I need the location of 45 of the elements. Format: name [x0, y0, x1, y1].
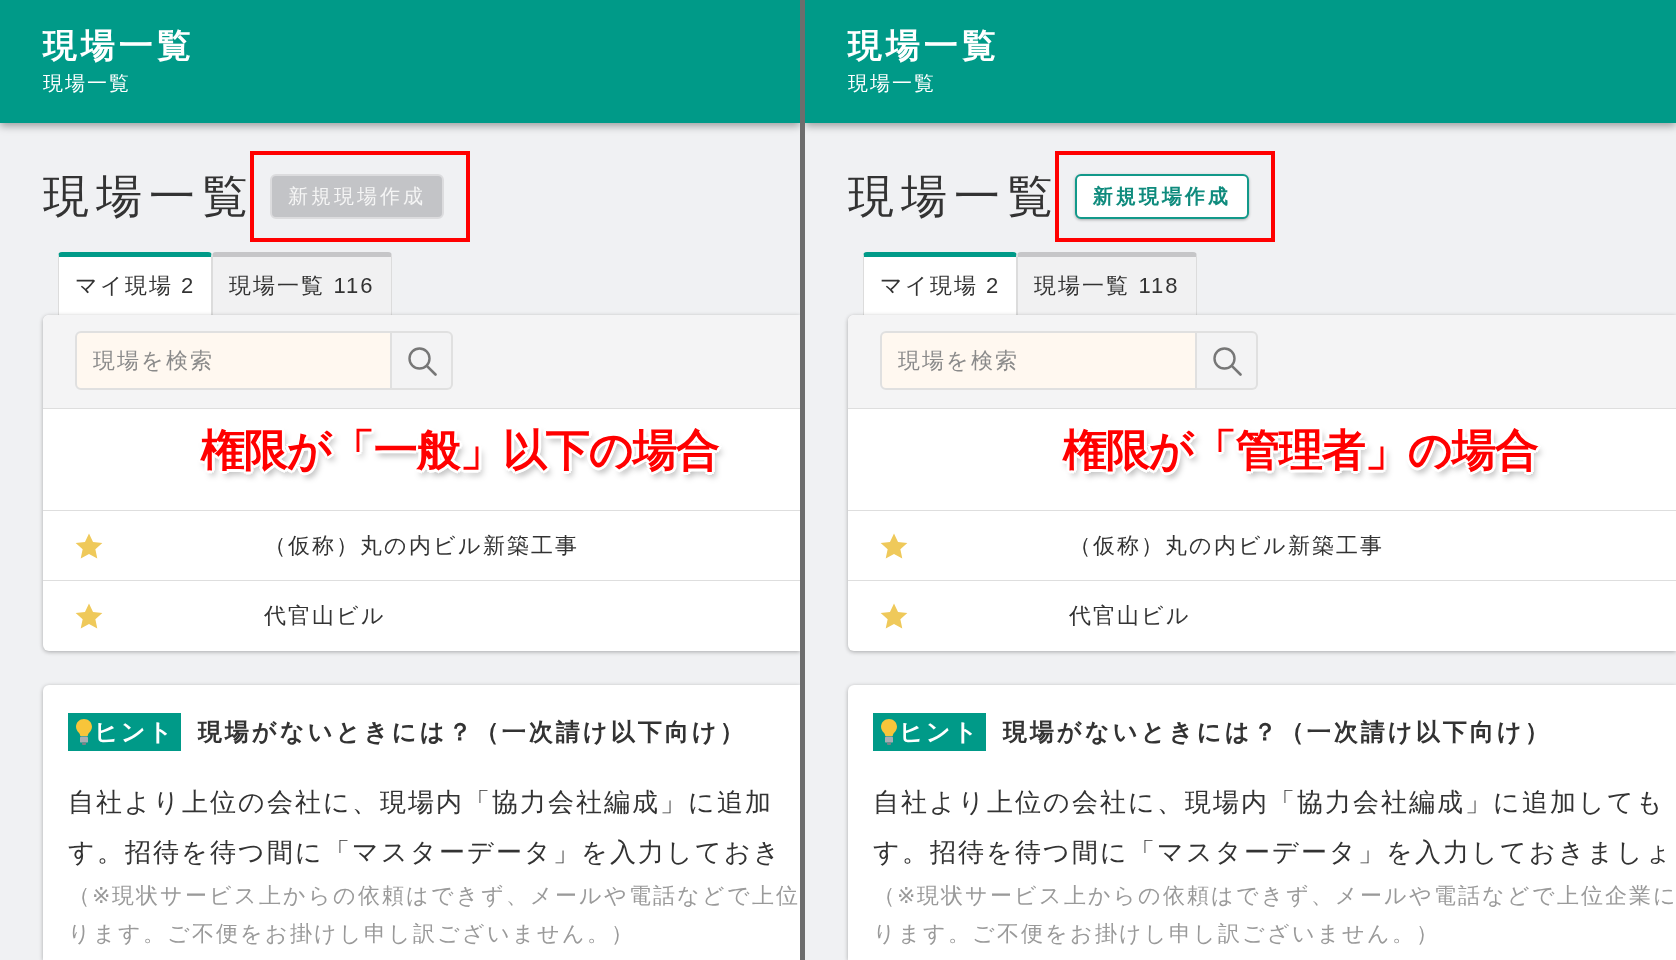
site-name: （仮称）丸の内ビル新築工事 [1069, 531, 1384, 560]
star-icon[interactable] [880, 531, 908, 560]
site-row[interactable]: 代官山ビル [848, 581, 1676, 651]
site-row[interactable]: 代官山ビル [43, 581, 800, 651]
search-field[interactable]: 現場を検索 [880, 331, 1197, 390]
page-title: 現場一覧 [43, 169, 255, 224]
tab[interactable]: 現場一覧 116 [212, 252, 392, 315]
search-button[interactable] [1197, 331, 1258, 390]
hint-note: ります。ご不便をお掛けし申し訳ございません。） [68, 920, 635, 948]
hint-note: （※現状サービス上からの依頼はできず、メールや電話などで上位企業に [873, 882, 1676, 910]
search-button[interactable] [392, 331, 453, 390]
star-icon[interactable] [75, 602, 103, 630]
search-icon [1211, 345, 1242, 376]
site-row[interactable]: （仮称）丸の内ビル新築工事 [43, 511, 800, 581]
annotation-label: 権限が「管理者」の場合 [1062, 423, 1538, 476]
page-title: 現場一覧 [848, 169, 1060, 224]
hint-note: （※現状サービス上からの依頼はできず、メールや電話などで上位 [68, 882, 800, 910]
hint-text: す。招待を待つ間に「マスターデータ」を入力しておき [68, 836, 782, 869]
site-name: 代官山ビル [264, 602, 386, 630]
header-title: 現場一覧 [43, 25, 195, 65]
hint-title: 現場がないときには？（一次請け以下向け） [198, 717, 747, 747]
search-field[interactable]: 現場を検索 [75, 331, 392, 390]
hint-label: ヒント [94, 717, 175, 747]
header-title: 現場一覧 [848, 25, 1000, 65]
site-name: 代官山ビル [1069, 602, 1191, 630]
hint-text: 自社より上位の会社に、現場内「協力会社編成」に追加しても [873, 786, 1665, 819]
create-site-button[interactable]: 新規現場作成 [1075, 173, 1249, 219]
lightbulb-icon [881, 719, 897, 745]
header-subtitle: 現場一覧 [43, 71, 131, 95]
star-icon[interactable] [880, 602, 908, 630]
header-subtitle: 現場一覧 [848, 71, 936, 95]
site-name: （仮称）丸の内ビル新築工事 [264, 531, 579, 560]
hint-note: ります。ご不便をお掛けし申し訳ございません。） [873, 920, 1440, 948]
tab[interactable]: マイ現場 2 [58, 252, 213, 315]
tab[interactable]: マイ現場 2 [863, 252, 1018, 315]
hint-title: 現場がないときには？（一次請け以下向け） [1003, 717, 1552, 747]
annotation-label: 権限が「一般」以下の場合 [200, 423, 719, 476]
site-row[interactable]: （仮称）丸の内ビル新築工事 [848, 511, 1676, 581]
hint-text: す。招待を待つ間に「マスターデータ」を入力しておきましょ [873, 836, 1674, 869]
star-icon[interactable] [75, 531, 103, 560]
hint-label: ヒント [899, 717, 980, 747]
search-icon [406, 345, 437, 376]
lightbulb-icon [76, 719, 92, 745]
hint-text: 自社より上位の会社に、現場内「協力会社編成」に追加 [68, 786, 773, 819]
tab[interactable]: 現場一覧 118 [1017, 252, 1197, 315]
